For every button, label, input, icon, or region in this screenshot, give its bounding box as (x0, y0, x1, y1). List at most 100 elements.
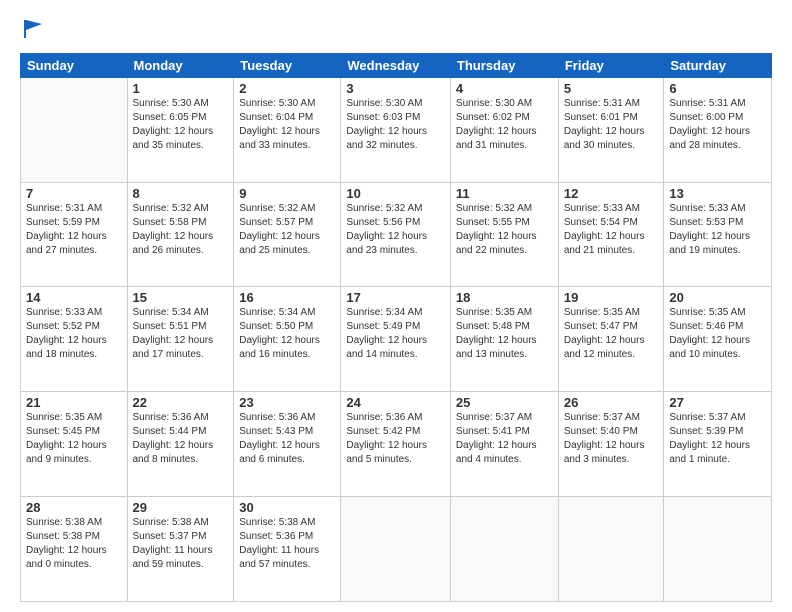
calendar-cell: 8Sunrise: 5:32 AM Sunset: 5:58 PM Daylig… (127, 182, 234, 287)
week-row-4: 21Sunrise: 5:35 AM Sunset: 5:45 PM Dayli… (21, 392, 772, 497)
week-row-1: 1Sunrise: 5:30 AM Sunset: 6:05 PM Daylig… (21, 77, 772, 182)
calendar-cell: 28Sunrise: 5:38 AM Sunset: 5:38 PM Dayli… (21, 497, 128, 602)
cell-text: Sunrise: 5:35 AM Sunset: 5:47 PM Dayligh… (564, 306, 659, 362)
cell-text: Sunrise: 5:37 AM Sunset: 5:39 PM Dayligh… (669, 411, 766, 467)
day-number: 19 (564, 290, 659, 305)
weekday-tuesday: Tuesday (234, 53, 341, 77)
cell-text: Sunrise: 5:34 AM Sunset: 5:50 PM Dayligh… (239, 306, 335, 362)
day-number: 12 (564, 186, 659, 201)
cell-text: Sunrise: 5:36 AM Sunset: 5:42 PM Dayligh… (346, 411, 445, 467)
cell-text: Sunrise: 5:31 AM Sunset: 6:01 PM Dayligh… (564, 97, 659, 153)
week-row-2: 7Sunrise: 5:31 AM Sunset: 5:59 PM Daylig… (21, 182, 772, 287)
weekday-wednesday: Wednesday (341, 53, 451, 77)
calendar-cell: 11Sunrise: 5:32 AM Sunset: 5:55 PM Dayli… (450, 182, 558, 287)
cell-text: Sunrise: 5:36 AM Sunset: 5:44 PM Dayligh… (133, 411, 229, 467)
page: SundayMondayTuesdayWednesdayThursdayFrid… (0, 0, 792, 612)
calendar-cell: 20Sunrise: 5:35 AM Sunset: 5:46 PM Dayli… (664, 287, 772, 392)
day-number: 26 (564, 395, 659, 410)
day-number: 18 (456, 290, 553, 305)
day-number: 7 (26, 186, 122, 201)
cell-text: Sunrise: 5:38 AM Sunset: 5:38 PM Dayligh… (26, 516, 122, 572)
cell-text: Sunrise: 5:30 AM Sunset: 6:03 PM Dayligh… (346, 97, 445, 153)
calendar-cell: 21Sunrise: 5:35 AM Sunset: 5:45 PM Dayli… (21, 392, 128, 497)
day-number: 9 (239, 186, 335, 201)
cell-text: Sunrise: 5:35 AM Sunset: 5:45 PM Dayligh… (26, 411, 122, 467)
calendar-table: SundayMondayTuesdayWednesdayThursdayFrid… (20, 53, 772, 602)
calendar-cell: 22Sunrise: 5:36 AM Sunset: 5:44 PM Dayli… (127, 392, 234, 497)
cell-text: Sunrise: 5:30 AM Sunset: 6:02 PM Dayligh… (456, 97, 553, 153)
calendar-cell: 3Sunrise: 5:30 AM Sunset: 6:03 PM Daylig… (341, 77, 451, 182)
day-number: 29 (133, 500, 229, 515)
cell-text: Sunrise: 5:32 AM Sunset: 5:57 PM Dayligh… (239, 202, 335, 258)
day-number: 27 (669, 395, 766, 410)
weekday-saturday: Saturday (664, 53, 772, 77)
calendar-cell: 24Sunrise: 5:36 AM Sunset: 5:42 PM Dayli… (341, 392, 451, 497)
cell-text: Sunrise: 5:31 AM Sunset: 6:00 PM Dayligh… (669, 97, 766, 153)
cell-text: Sunrise: 5:31 AM Sunset: 5:59 PM Dayligh… (26, 202, 122, 258)
calendar-cell (341, 497, 451, 602)
calendar-cell: 12Sunrise: 5:33 AM Sunset: 5:54 PM Dayli… (558, 182, 664, 287)
logo-flag-icon (22, 18, 44, 40)
cell-text: Sunrise: 5:34 AM Sunset: 5:49 PM Dayligh… (346, 306, 445, 362)
day-number: 15 (133, 290, 229, 305)
day-number: 21 (26, 395, 122, 410)
cell-text: Sunrise: 5:38 AM Sunset: 5:36 PM Dayligh… (239, 516, 335, 572)
cell-text: Sunrise: 5:37 AM Sunset: 5:41 PM Dayligh… (456, 411, 553, 467)
weekday-thursday: Thursday (450, 53, 558, 77)
cell-text: Sunrise: 5:32 AM Sunset: 5:58 PM Dayligh… (133, 202, 229, 258)
calendar-cell: 23Sunrise: 5:36 AM Sunset: 5:43 PM Dayli… (234, 392, 341, 497)
day-number: 1 (133, 81, 229, 96)
weekday-header-row: SundayMondayTuesdayWednesdayThursdayFrid… (21, 53, 772, 77)
logo (20, 18, 44, 45)
weekday-sunday: Sunday (21, 53, 128, 77)
calendar-cell: 17Sunrise: 5:34 AM Sunset: 5:49 PM Dayli… (341, 287, 451, 392)
cell-text: Sunrise: 5:38 AM Sunset: 5:37 PM Dayligh… (133, 516, 229, 572)
calendar-cell (21, 77, 128, 182)
day-number: 28 (26, 500, 122, 515)
calendar-cell: 10Sunrise: 5:32 AM Sunset: 5:56 PM Dayli… (341, 182, 451, 287)
calendar-cell: 9Sunrise: 5:32 AM Sunset: 5:57 PM Daylig… (234, 182, 341, 287)
day-number: 22 (133, 395, 229, 410)
cell-text: Sunrise: 5:33 AM Sunset: 5:53 PM Dayligh… (669, 202, 766, 258)
cell-text: Sunrise: 5:37 AM Sunset: 5:40 PM Dayligh… (564, 411, 659, 467)
calendar-cell (664, 497, 772, 602)
day-number: 16 (239, 290, 335, 305)
calendar-cell: 16Sunrise: 5:34 AM Sunset: 5:50 PM Dayli… (234, 287, 341, 392)
week-row-3: 14Sunrise: 5:33 AM Sunset: 5:52 PM Dayli… (21, 287, 772, 392)
calendar-cell: 30Sunrise: 5:38 AM Sunset: 5:36 PM Dayli… (234, 497, 341, 602)
cell-text: Sunrise: 5:35 AM Sunset: 5:46 PM Dayligh… (669, 306, 766, 362)
weekday-friday: Friday (558, 53, 664, 77)
week-row-5: 28Sunrise: 5:38 AM Sunset: 5:38 PM Dayli… (21, 497, 772, 602)
day-number: 25 (456, 395, 553, 410)
day-number: 10 (346, 186, 445, 201)
calendar-cell: 13Sunrise: 5:33 AM Sunset: 5:53 PM Dayli… (664, 182, 772, 287)
cell-text: Sunrise: 5:34 AM Sunset: 5:51 PM Dayligh… (133, 306, 229, 362)
header (20, 18, 772, 45)
cell-text: Sunrise: 5:32 AM Sunset: 5:55 PM Dayligh… (456, 202, 553, 258)
day-number: 3 (346, 81, 445, 96)
calendar-cell: 15Sunrise: 5:34 AM Sunset: 5:51 PM Dayli… (127, 287, 234, 392)
calendar-cell: 2Sunrise: 5:30 AM Sunset: 6:04 PM Daylig… (234, 77, 341, 182)
day-number: 5 (564, 81, 659, 96)
day-number: 17 (346, 290, 445, 305)
cell-text: Sunrise: 5:35 AM Sunset: 5:48 PM Dayligh… (456, 306, 553, 362)
calendar-cell: 6Sunrise: 5:31 AM Sunset: 6:00 PM Daylig… (664, 77, 772, 182)
day-number: 24 (346, 395, 445, 410)
day-number: 2 (239, 81, 335, 96)
weekday-monday: Monday (127, 53, 234, 77)
calendar-cell: 26Sunrise: 5:37 AM Sunset: 5:40 PM Dayli… (558, 392, 664, 497)
calendar-cell: 29Sunrise: 5:38 AM Sunset: 5:37 PM Dayli… (127, 497, 234, 602)
cell-text: Sunrise: 5:30 AM Sunset: 6:04 PM Dayligh… (239, 97, 335, 153)
day-number: 13 (669, 186, 766, 201)
calendar-cell: 14Sunrise: 5:33 AM Sunset: 5:52 PM Dayli… (21, 287, 128, 392)
day-number: 20 (669, 290, 766, 305)
calendar-cell: 5Sunrise: 5:31 AM Sunset: 6:01 PM Daylig… (558, 77, 664, 182)
calendar-cell: 1Sunrise: 5:30 AM Sunset: 6:05 PM Daylig… (127, 77, 234, 182)
calendar-cell: 4Sunrise: 5:30 AM Sunset: 6:02 PM Daylig… (450, 77, 558, 182)
day-number: 8 (133, 186, 229, 201)
day-number: 4 (456, 81, 553, 96)
calendar-cell: 25Sunrise: 5:37 AM Sunset: 5:41 PM Dayli… (450, 392, 558, 497)
cell-text: Sunrise: 5:33 AM Sunset: 5:54 PM Dayligh… (564, 202, 659, 258)
cell-text: Sunrise: 5:36 AM Sunset: 5:43 PM Dayligh… (239, 411, 335, 467)
day-number: 30 (239, 500, 335, 515)
